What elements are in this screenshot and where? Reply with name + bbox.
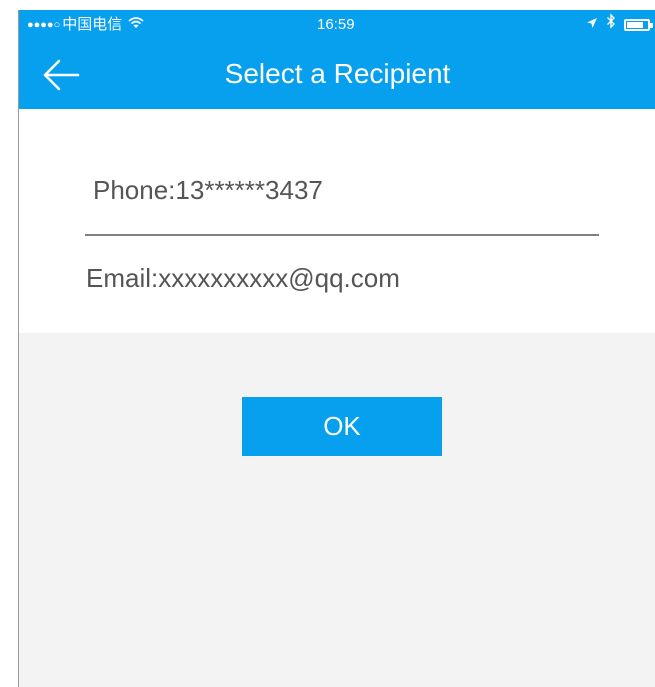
phone-option[interactable]: Phone:13******3437 (93, 175, 323, 206)
status-time: 16:59 (317, 16, 355, 33)
status-icons (586, 10, 653, 40)
bluetooth-icon (606, 10, 616, 40)
email-option[interactable]: Email:xxxxxxxxxx@qq.com (86, 263, 400, 294)
status-bar: ●●●●○ 中国电信 16:59 (19, 10, 655, 40)
carrier-info: ●●●●○ 中国电信 (27, 10, 144, 40)
signal-strength-icon: ●●●●○ (27, 19, 61, 31)
navigation-bar: Select a Recipient (19, 50, 655, 100)
divider (85, 234, 599, 236)
carrier-name: 中国电信 (62, 16, 123, 33)
page-title: Select a Recipient (224, 58, 451, 89)
recipient-card: Phone:13******3437 Email:xxxxxxxxxx@qq.c… (19, 109, 655, 333)
location-arrow-icon (586, 10, 598, 40)
top-bar: ●●●●○ 中国电信 16:59 Select a Recipient (19, 10, 655, 109)
wifi-icon (128, 10, 144, 40)
ok-button[interactable]: OK (242, 397, 442, 456)
battery-icon (624, 19, 653, 31)
app-screen: ●●●●○ 中国电信 16:59 Select a Recipient Phon… (18, 10, 655, 687)
